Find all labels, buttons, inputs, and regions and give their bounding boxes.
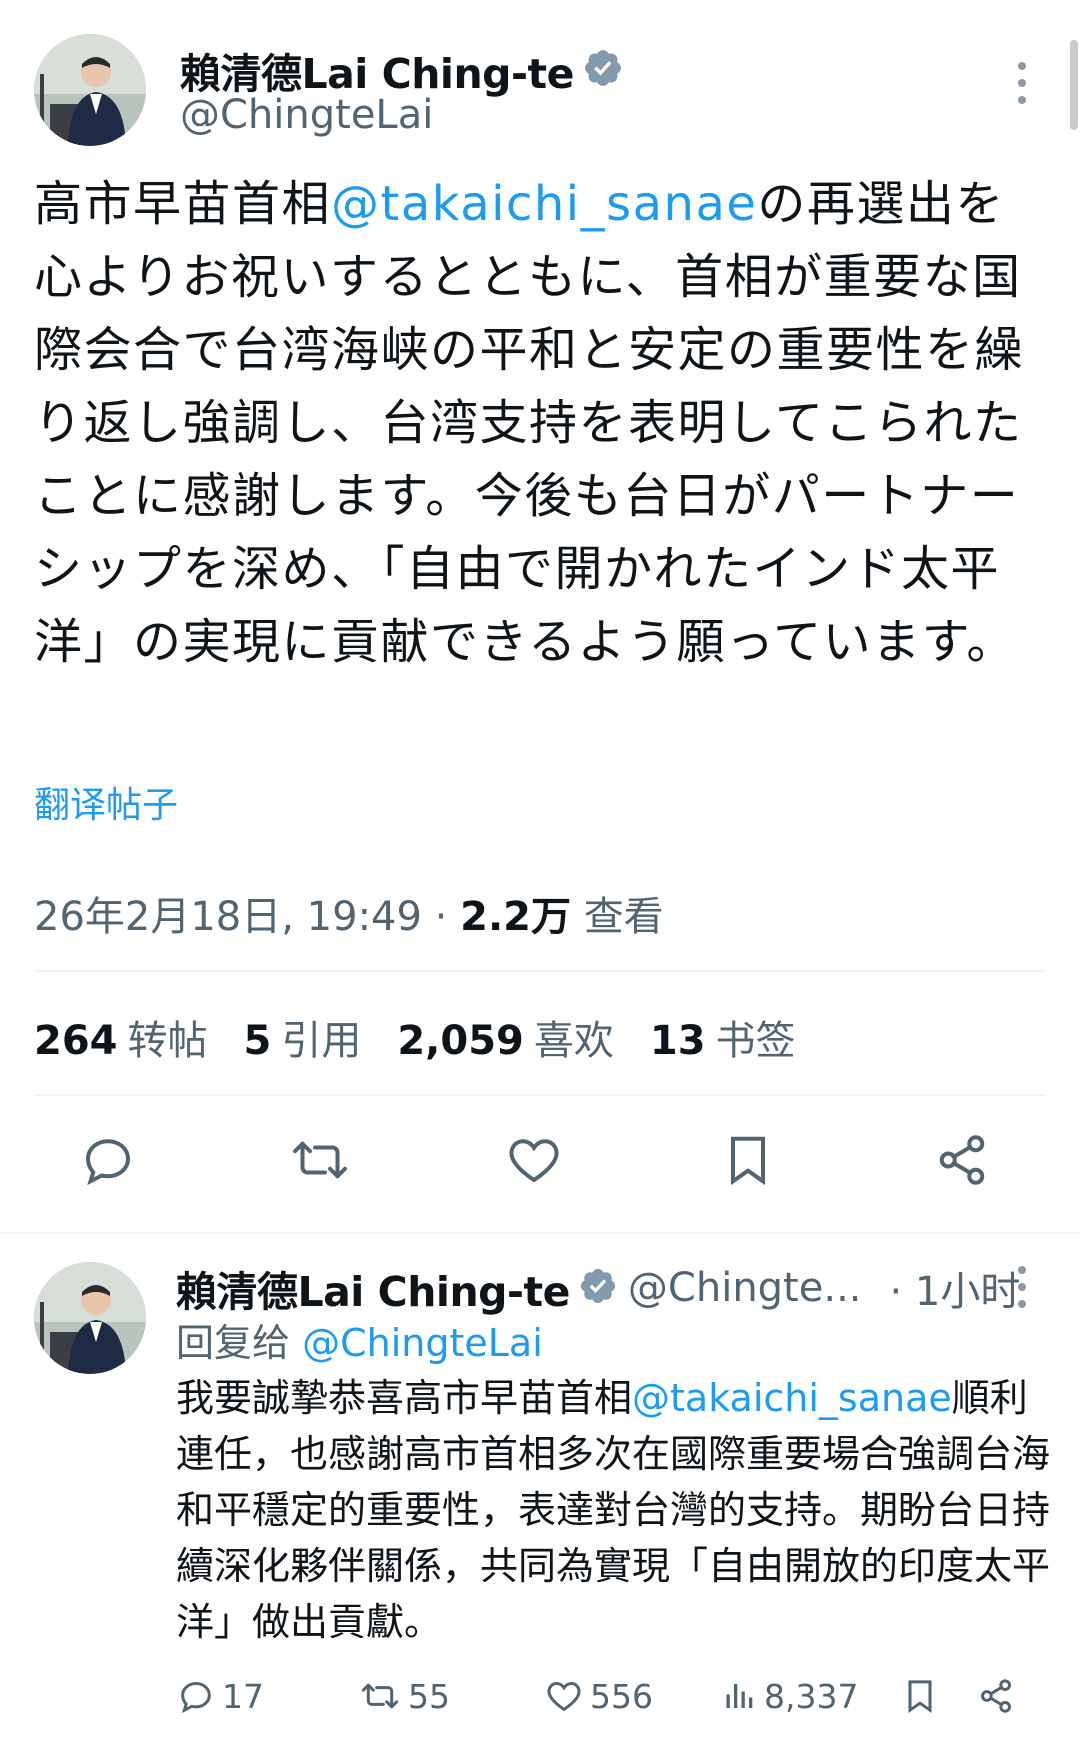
bookmark-icon	[908, 1680, 932, 1714]
reply-views-button[interactable]: 8,337	[722, 1676, 858, 1716]
reply-retweet-button[interactable]: 55	[358, 1676, 450, 1716]
verified-badge-icon	[578, 1266, 618, 1310]
tweet-text-before: 高市早苗首相	[34, 176, 332, 232]
like-count: 556	[590, 1676, 653, 1716]
divider	[34, 1094, 1046, 1096]
reply-reply-button[interactable]: 17	[176, 1676, 264, 1716]
reply-mention-link[interactable]: @takaichi_sanae	[632, 1376, 952, 1420]
timestamp[interactable]: 26年2月18日, 19:49	[34, 894, 422, 940]
divider	[0, 1232, 1080, 1234]
reply-text: 我要誠摯恭喜高市早苗首相@takaichi_sanae順利連任，也感謝高市首相多…	[176, 1370, 1056, 1650]
views-count: 8,337	[764, 1676, 859, 1716]
reply-icon[interactable]	[78, 1130, 138, 1190]
reply-author-name[interactable]: 賴清德Lai Ching-te	[176, 1258, 570, 1318]
translate-post-link[interactable]: 翻译帖子	[34, 776, 178, 828]
author-name[interactable]: 賴清德Lai Ching-te	[180, 40, 574, 100]
reply-share-button[interactable]	[976, 1676, 1016, 1716]
share-icon[interactable]	[932, 1130, 992, 1190]
scrollbar[interactable]	[1070, 40, 1078, 130]
reply-icon	[181, 1681, 211, 1714]
tweet-text: 高市早苗首相@takaichi_sanaeの再選出を心よりお祝いするとともに、首…	[34, 168, 1034, 679]
reply-bookmark-button[interactable]	[900, 1676, 940, 1716]
tweet-meta: 26年2月18日, 19:49 · 2.2万 查看	[34, 884, 664, 942]
avatar-photo	[34, 34, 146, 146]
retweet-icon	[361, 1683, 399, 1709]
views-count: 2.2万	[460, 894, 571, 940]
reply-count: 17	[222, 1676, 264, 1716]
reply-to-line: 回复给 @ChingteLai	[176, 1312, 543, 1367]
like-icon[interactable]	[504, 1130, 564, 1190]
stat-bookmarks[interactable]: 13 书签	[650, 1008, 796, 1066]
reply-actions: 17 55 556 8,337	[176, 1676, 1046, 1722]
stat-likes[interactable]: 2,059 喜欢	[397, 1008, 614, 1066]
stat-quotes[interactable]: 5 引用	[244, 1008, 362, 1066]
meta-separator: ·	[434, 894, 448, 940]
author-handle[interactable]: @ChingteLai	[180, 92, 433, 138]
like-icon	[547, 1681, 581, 1712]
reply-author-handle[interactable]: @Chingte...	[628, 1265, 862, 1311]
reply-avatar[interactable]	[34, 1262, 146, 1374]
views-icon	[726, 1684, 753, 1708]
stat-retweets[interactable]: 264 转帖	[34, 1008, 208, 1066]
divider	[34, 970, 1046, 972]
verified-badge-icon	[582, 47, 624, 93]
bookmark-icon[interactable]	[718, 1130, 778, 1190]
avatar[interactable]	[34, 34, 146, 146]
views-label: 查看	[583, 894, 664, 940]
share-icon	[981, 1679, 1011, 1713]
more-options-icon[interactable]	[1012, 62, 1032, 104]
tweet-stats: 264 转帖 5 引用 2,059 喜欢 13 书签	[34, 1008, 796, 1066]
more-options-icon[interactable]	[1012, 1266, 1032, 1308]
reply-text-before: 我要誠摯恭喜高市早苗首相	[176, 1376, 633, 1420]
reply-time[interactable]: · 1小时	[890, 1259, 1021, 1317]
reply-to-prefix: 回复给	[176, 1321, 303, 1365]
retweet-count: 55	[408, 1676, 450, 1716]
avatar-photo	[34, 1262, 146, 1374]
reply-to-handle[interactable]: @ChingteLai	[302, 1321, 543, 1365]
reply-like-button[interactable]: 556	[544, 1676, 653, 1716]
tweet-text-after: の再選出を心よりお祝いするとともに、首相が重要な国際会合で台湾海峡の平和と安定の…	[34, 176, 1025, 670]
mention-link[interactable]: @takaichi_sanae	[331, 176, 757, 232]
retweet-icon[interactable]	[290, 1130, 350, 1190]
